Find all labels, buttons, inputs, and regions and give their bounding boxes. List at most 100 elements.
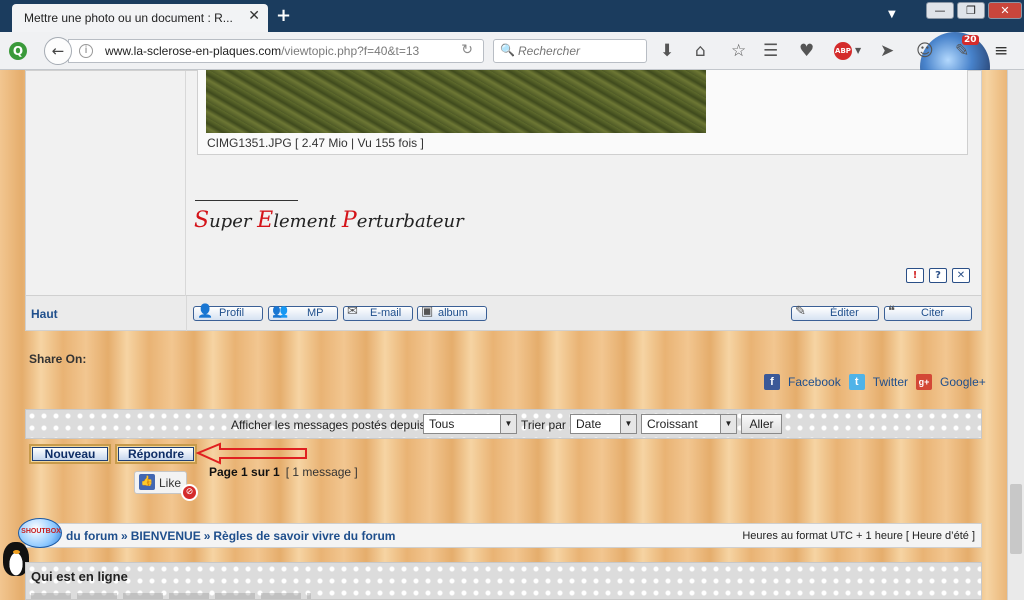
adblock-caret-icon[interactable]: ▼ [855, 46, 861, 55]
new-topic-button[interactable]: Nouveau [29, 444, 111, 464]
facebook-icon[interactable]: f [764, 374, 780, 390]
pocket-icon[interactable]: ♥ [799, 41, 814, 61]
breadcrumb: du forum» BIENVENUE» Règles de savoir vivr… [66, 529, 395, 543]
signature: Super Element Perturbateur [194, 208, 464, 233]
breadcrumb-item[interactable]: Règles de savoir vivre du forum [213, 529, 395, 543]
page-viewport: CIMG1351.JPG [ 2.47 Mio | Vu 155 fois ] … [0, 70, 1007, 600]
report-button[interactable]: ! [906, 268, 924, 283]
post-container: CIMG1351.JPG [ 2.47 Mio | Vu 155 fois ] … [25, 70, 982, 297]
twitter-link[interactable]: Twitter [873, 375, 908, 389]
message-count: [ 1 message ] [285, 465, 358, 479]
email-button[interactable]: ✉ E-mail [343, 303, 413, 321]
chevron-down-icon: ▼ [720, 415, 736, 433]
signature-divider [195, 200, 298, 201]
url-domain: www.la-sclerose-en-plaques.com [105, 44, 282, 58]
search-icon: 🔍 [500, 43, 515, 57]
scrollbar-thumb[interactable] [1010, 484, 1022, 554]
tab-list-chevron-icon[interactable]: ▼ [888, 9, 896, 20]
post-moderation-actions: ! ? ✕ [906, 268, 970, 283]
profile-button[interactable]: 👤 Profil [193, 303, 263, 321]
red-arrow-annotation [196, 442, 307, 465]
breadcrumb-item[interactable]: BIENVENUE [131, 529, 201, 543]
download-icon[interactable]: ⬇ [660, 41, 674, 61]
search-box[interactable]: 🔍 [493, 39, 647, 63]
browser-tab-bar: Mettre une photo ou un document : R... ✕… [0, 0, 1024, 32]
breadcrumb-separator: » [203, 529, 211, 543]
back-button[interactable]: ← [44, 37, 72, 65]
twitter-icon[interactable]: t [848, 374, 865, 390]
back-to-top-link[interactable]: Haut [31, 307, 58, 321]
reload-icon[interactable]: ↻ [461, 42, 473, 58]
share-on-label: Share On: [29, 352, 87, 366]
who-is-online-title: Qui est en ligne [31, 569, 128, 584]
signature-initial: E [257, 208, 274, 233]
quote-icon: ❝ [888, 303, 895, 318]
reading-list-icon[interactable]: ☰ [763, 41, 778, 61]
go-button[interactable]: Aller [741, 414, 782, 434]
home-icon[interactable]: ⌂ [695, 41, 706, 61]
like-button[interactable]: 👍 Like [134, 471, 187, 494]
new-tab-button[interactable]: + [276, 5, 291, 26]
quote-button[interactable]: ❝ Citer [884, 303, 972, 321]
notification-badge: 20 [962, 35, 979, 45]
close-window-button[interactable]: ✕ [988, 2, 1022, 19]
topic-filter-bar: Afficher les messages postés depuis: Tou… [25, 409, 982, 439]
chevron-down-icon: ▼ [500, 415, 516, 433]
q-extension-icon[interactable]: Q [9, 42, 27, 60]
signature-word: erturbateur [356, 211, 464, 232]
info-icon[interactable]: i [79, 44, 93, 58]
page-info: Page 1 sur 1 [209, 465, 280, 479]
post-footer: Haut 👤 Profil 👥 MP ✉ E-mail ▣ album ✎ Éditer … [25, 296, 982, 331]
delete-button[interactable]: ✕ [952, 268, 970, 283]
album-button[interactable]: ▣ album [417, 303, 487, 321]
shoutbox-label: SHOUTBOX [21, 528, 61, 535]
attachment-box: CIMG1351.JPG [ 2.47 Mio | Vu 155 fois ] [197, 70, 968, 155]
since-select[interactable]: Tous ▼ [423, 414, 517, 434]
envelope-icon: ✉ [347, 303, 358, 318]
search-input[interactable] [518, 42, 642, 60]
facebook-link[interactable]: Facebook [788, 375, 841, 389]
info-button[interactable]: ? [929, 268, 947, 283]
maximize-button[interactable]: ❐ [957, 2, 985, 19]
reply-button[interactable]: Répondre [115, 444, 197, 464]
window-controls: — ❐ ✕ [926, 2, 1022, 19]
online-users-text-cutoff [31, 593, 311, 599]
edit-button[interactable]: ✎ Éditer [791, 303, 879, 321]
attachment-image[interactable] [206, 70, 706, 133]
google-plus-link[interactable]: Google+ [940, 375, 986, 389]
private-message-button[interactable]: 👥 MP [268, 303, 338, 321]
tab-title: Mettre une photo ou un document : R... [24, 11, 233, 25]
send-icon[interactable]: ➤ [880, 41, 894, 61]
breadcrumb-separator: » [121, 529, 128, 543]
breadcrumb-item[interactable]: du forum [66, 529, 118, 543]
filter-label: Afficher les messages postés depuis: [231, 418, 429, 432]
users-icon: 👥 [272, 303, 289, 318]
signature-initial: S [194, 208, 210, 233]
post-footer-divider [186, 296, 187, 331]
address-bar[interactable]: i www.la-sclerose-en-plaques.com/viewtop… [68, 39, 484, 63]
share-links: f Facebook t Twitter g+ Google+ [764, 374, 994, 390]
url-text: www.la-sclerose-en-plaques.com/viewtopic… [105, 44, 445, 58]
browser-nav-bar: Q i www.la-sclerose-en-plaques.com/viewt… [0, 32, 1024, 102]
user-icon: 👤 [197, 303, 214, 318]
photo-icon: ▣ [421, 303, 434, 318]
pagination: Page 1 sur 1 [ 1 message ] [209, 465, 358, 479]
minimize-button[interactable]: — [926, 2, 954, 19]
tab-close-icon[interactable]: ✕ [248, 8, 260, 24]
timezone-info: Heures au format UTC + 1 heure [ Heure d… [742, 530, 975, 542]
order-select[interactable]: Croissant ▼ [641, 414, 737, 434]
edit-icon: ✎ [795, 303, 806, 318]
smiley-icon[interactable]: ☺ [916, 41, 934, 61]
sort-label: Trier par [521, 418, 566, 432]
sort-select[interactable]: Date ▼ [570, 414, 637, 434]
who-is-online-section: Qui est en ligne [25, 562, 982, 600]
signature-initial: P [341, 208, 357, 233]
bookmark-star-icon[interactable]: ☆ [731, 41, 746, 61]
google-plus-icon[interactable]: g+ [916, 374, 933, 390]
browser-tab[interactable]: Mettre une photo ou un document : R... ✕ [12, 4, 268, 32]
page-scrollbar[interactable] [1007, 70, 1024, 600]
url-path: /viewtopic.php?f=40&t=13 [281, 44, 420, 58]
adblock-plus-icon[interactable]: ABP [834, 42, 852, 60]
thumbs-up-icon: 👍 [139, 474, 155, 490]
menu-icon[interactable]: ≡ [994, 41, 1008, 61]
